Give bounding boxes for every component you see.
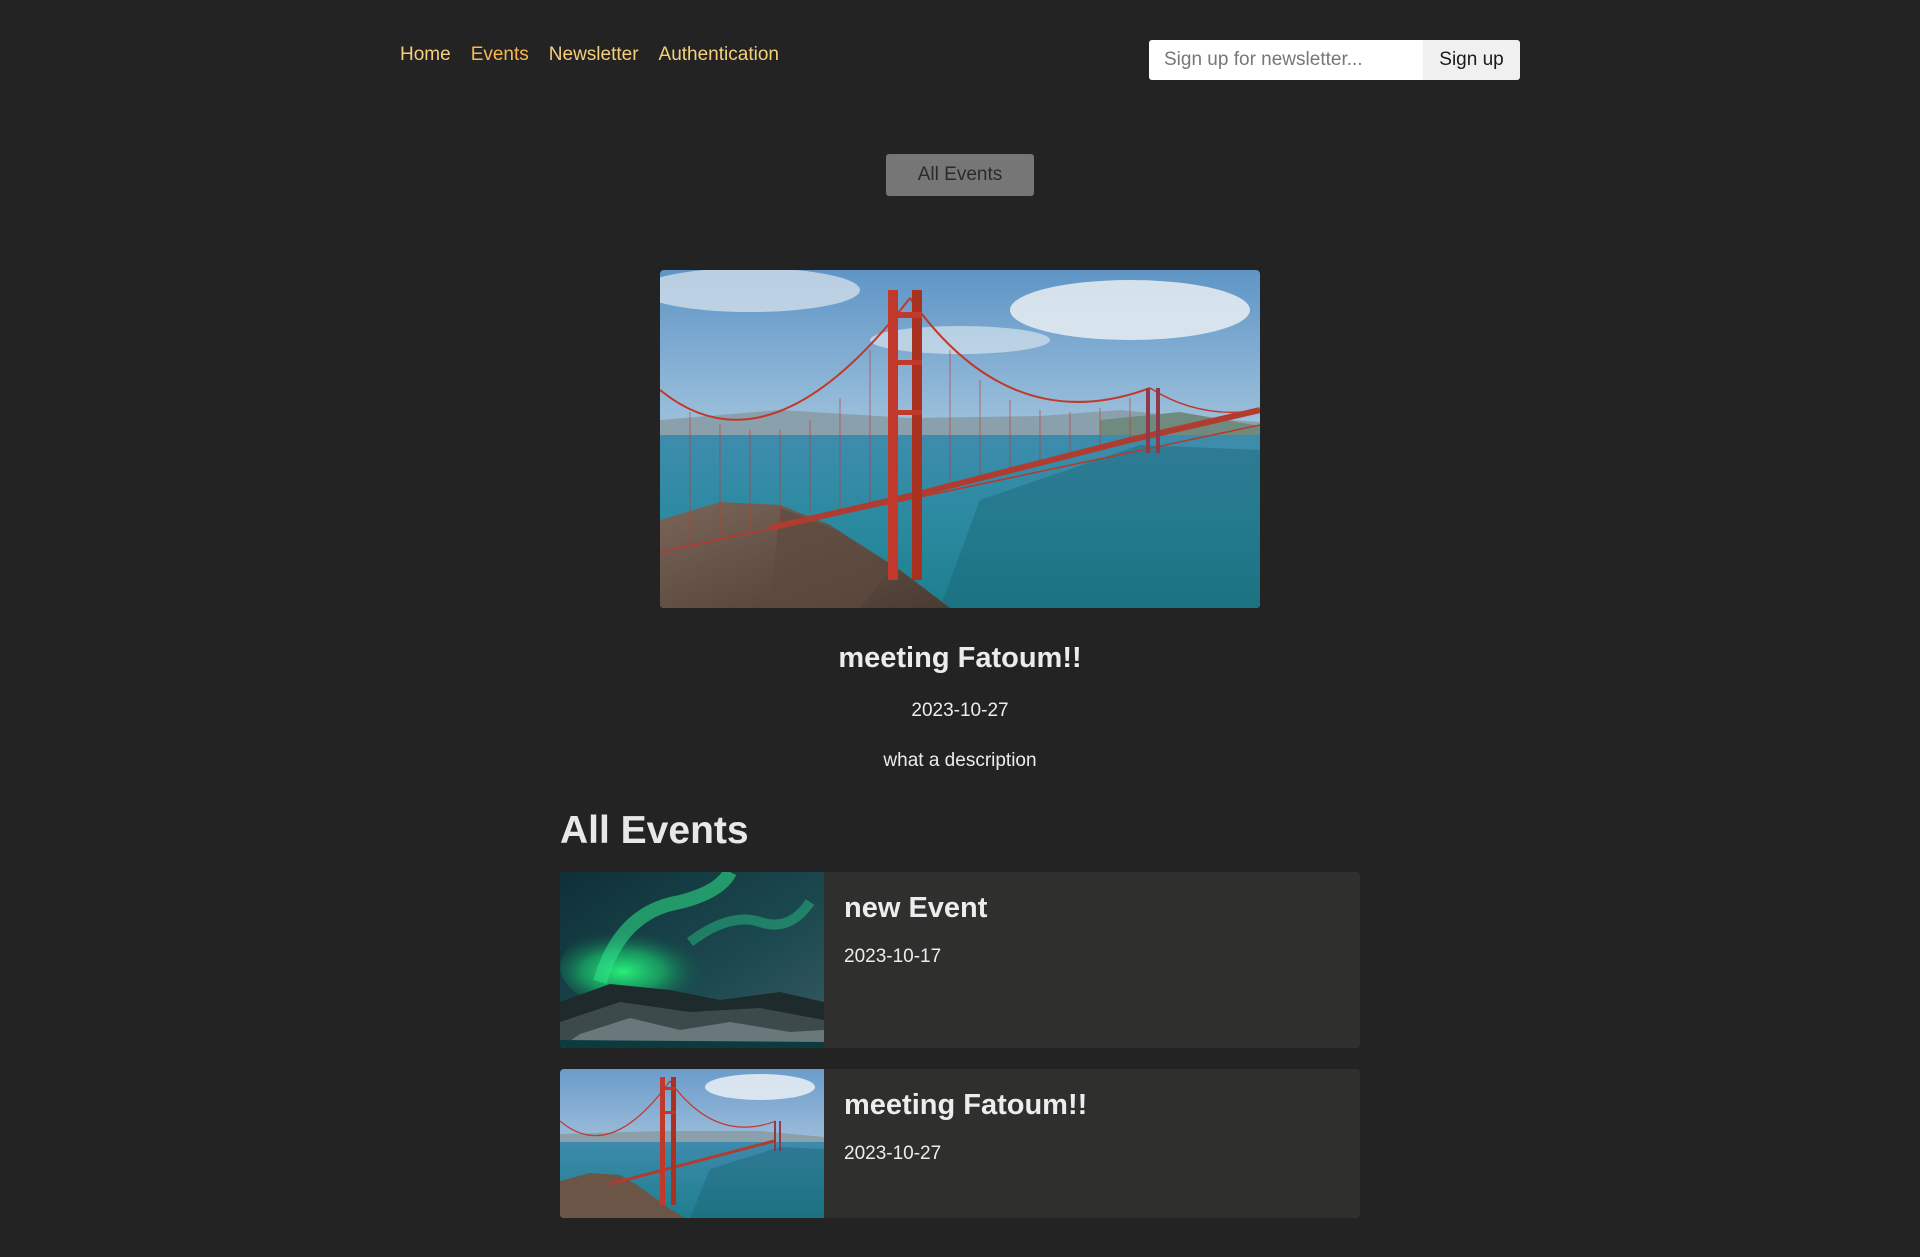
golden-gate-bridge-image — [660, 270, 1260, 608]
event-title: meeting Fatoum!! — [844, 1089, 1088, 1121]
nav-link-authentication[interactable]: Authentication — [659, 44, 779, 65]
main-nav: Home Events Newsletter Authentication — [400, 44, 779, 66]
header: Home Events Newsletter Authentication Si… — [400, 40, 1520, 80]
golden-gate-bridge-illustration — [660, 270, 1260, 608]
aurora-image — [560, 872, 824, 1048]
event-date: 2023-10-27 — [844, 1143, 942, 1164]
event-list-item-body: meeting Fatoum!! 2023-10-27 — [824, 1069, 1107, 1218]
event-list-item-body: new Event 2023-10-17 — [824, 872, 1007, 1048]
featured-event: meeting Fatoum!! 2023-10-27 what a descr… — [0, 270, 1920, 774]
newsletter-email-input[interactable] — [1149, 40, 1423, 80]
event-list-item[interactable]: new Event 2023-10-17 — [560, 872, 1360, 1048]
nav-link-newsletter[interactable]: Newsletter — [549, 44, 639, 65]
featured-event-title: meeting Fatoum!! — [838, 642, 1082, 674]
golden-gate-bridge-image — [560, 1069, 824, 1218]
event-title: new Event — [844, 892, 988, 924]
nav-link-events[interactable]: Events — [471, 44, 529, 65]
event-list: new Event 2023-10-17 meeting Fatoum!! 20… — [560, 872, 1360, 1239]
nav-link-home[interactable]: Home — [400, 44, 451, 65]
signup-button[interactable]: Sign up — [1423, 40, 1520, 80]
featured-event-description: what a description — [883, 750, 1037, 771]
all-events-button[interactable]: All Events — [886, 154, 1034, 196]
page: Home Events Newsletter Authentication Si… — [0, 0, 1920, 1257]
all-events-heading: All Events — [560, 809, 749, 852]
newsletter-form: Sign up — [1149, 40, 1520, 80]
featured-event-date: 2023-10-27 — [911, 700, 1009, 721]
event-list-item[interactable]: meeting Fatoum!! 2023-10-27 — [560, 1069, 1360, 1218]
golden-gate-bridge-illustration — [560, 1069, 824, 1218]
aurora-illustration — [560, 872, 824, 1048]
event-date: 2023-10-17 — [844, 946, 942, 967]
